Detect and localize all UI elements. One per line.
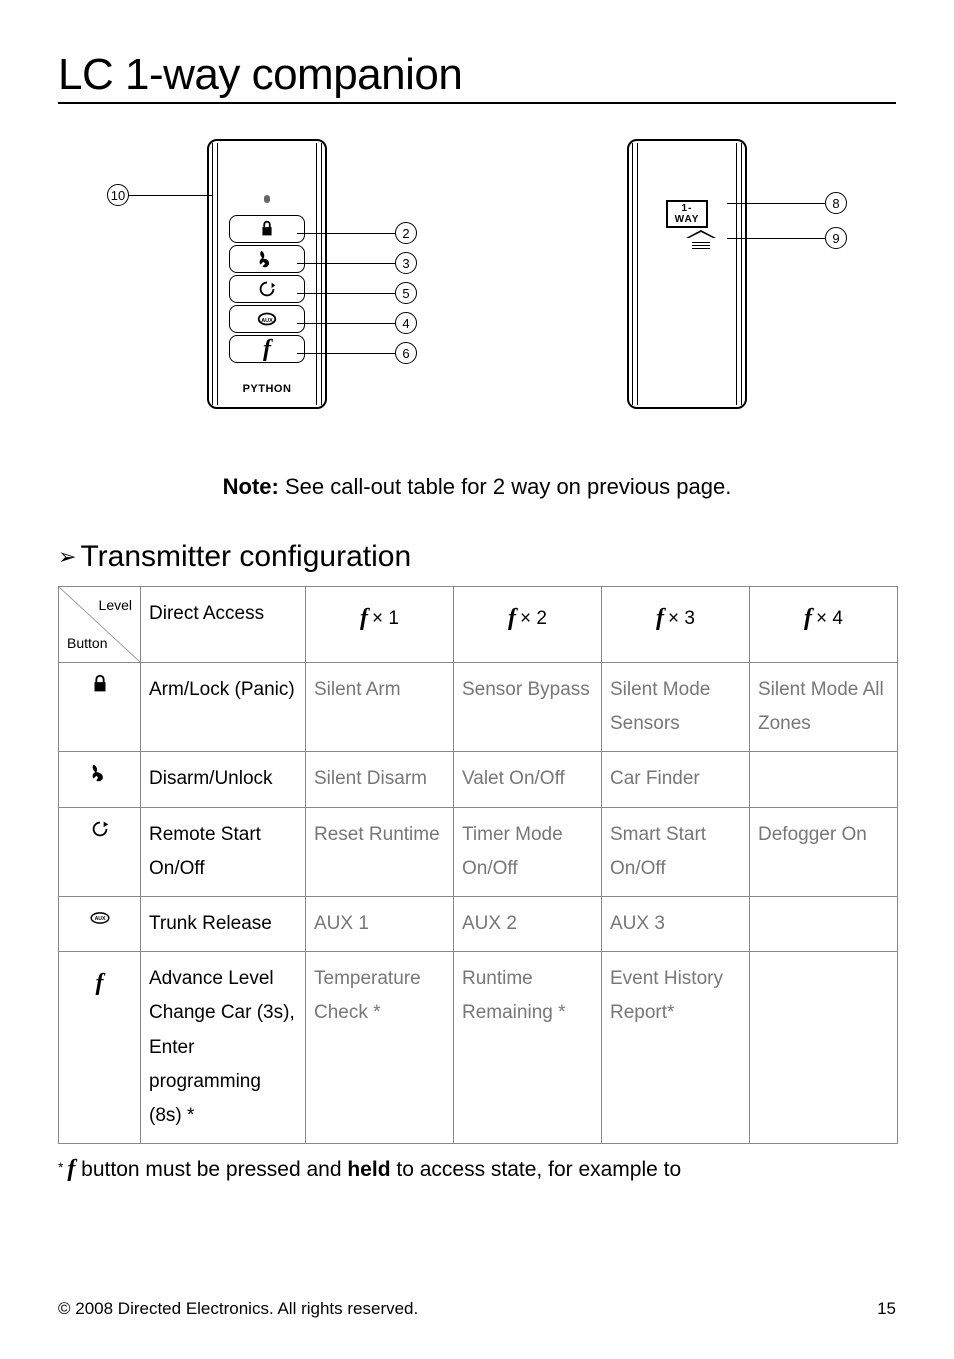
table-cell: AUX 3 (602, 896, 750, 951)
f-icon: f (96, 970, 104, 996)
aux-icon: AUX (256, 308, 278, 330)
row-icon-cell (59, 807, 141, 896)
table-cell: Arm/Lock (Panic) (141, 663, 306, 752)
table-row: f Advance Level Change Car (3s), Enter pr… (59, 952, 898, 1144)
table-cell: Defogger On (750, 807, 898, 896)
start-button (229, 275, 305, 303)
table-cell: Silent Mode Sensors (602, 663, 750, 752)
config-table: Level Button Direct Access f× 1 f× 2 f× … (58, 586, 898, 1144)
th-f2: f× 2 (454, 587, 602, 663)
lock-icon (89, 673, 111, 695)
callout-5: 5 (395, 282, 417, 304)
page-title: LC 1-way companion (58, 50, 896, 104)
callout-2: 2 (395, 222, 417, 244)
battery-cover-icon (686, 230, 716, 246)
page-number: 15 (877, 1299, 896, 1319)
table-cell: Timer Mode On/Off (454, 807, 602, 896)
f-button: f (229, 335, 305, 363)
callout-10: 10 (107, 184, 129, 206)
row-icon-cell: f (59, 952, 141, 1144)
page-footer: © 2008 Directed Electronics. All rights … (58, 1299, 896, 1319)
remote-diagrams: AUX f PYTHON 10 2 3 5 4 6 1-WAY (58, 134, 896, 434)
table-cell: Valet On/Off (454, 752, 602, 807)
callout-8: 8 (825, 192, 847, 214)
row-icon-cell: AUX (59, 896, 141, 951)
remote-back-view: 1-WAY 8 9 (527, 134, 847, 434)
table-cell (750, 896, 898, 951)
callout-4: 4 (395, 312, 417, 334)
table-cell (750, 752, 898, 807)
remote-front-view: AUX f PYTHON 10 2 3 5 4 6 (107, 134, 427, 434)
table-cell: Car Finder (602, 752, 750, 807)
start-icon (256, 278, 278, 300)
table-cell: AUX 2 (454, 896, 602, 951)
section-heading: ➢Transmitter configuration (58, 540, 896, 574)
table-cell: Silent Mode All Zones (750, 663, 898, 752)
led-indicator (264, 195, 270, 203)
table-cell: Remote Start On/Off (141, 807, 306, 896)
row-icon-cell (59, 663, 141, 752)
note-text: Note: See call-out table for 2 way on pr… (58, 474, 896, 500)
th-f3: f× 3 (602, 587, 750, 663)
copyright-text: © 2008 Directed Electronics. All rights … (58, 1299, 418, 1319)
key-icon (89, 762, 111, 784)
table-cell: Reset Runtime (306, 807, 454, 896)
callout-6: 6 (395, 342, 417, 364)
table-cell: Temperature Check * (306, 952, 454, 1144)
arrow-icon: ➢ (58, 544, 76, 569)
table-cell: Smart Start On/Off (602, 807, 750, 896)
table-row: AUX Trunk ReleaseAUX 1AUX 2AUX 3 (59, 896, 898, 951)
th-direct-access: Direct Access (141, 587, 306, 663)
table-cell (750, 952, 898, 1144)
table-cell: AUX 1 (306, 896, 454, 951)
svg-text:AUX: AUX (261, 318, 273, 324)
table-cell: Runtime Remaining * (454, 952, 602, 1144)
table-cell: Event History Report* (602, 952, 750, 1144)
th-f4: f× 4 (750, 587, 898, 663)
unlock-icon (256, 248, 278, 270)
brand-label: PYTHON (221, 383, 313, 395)
th-f1: f× 1 (306, 587, 454, 663)
row-icon-cell (59, 752, 141, 807)
table-cell: Trunk Release (141, 896, 306, 951)
th-diagonal: Level Button (59, 587, 141, 663)
table-row: Remote Start On/OffReset RuntimeTimer Mo… (59, 807, 898, 896)
lock-button (229, 215, 305, 243)
unlock-button (229, 245, 305, 273)
callout-9: 9 (825, 227, 847, 249)
table-row: Arm/Lock (Panic)Silent ArmSensor BypassS… (59, 663, 898, 752)
lock-icon (256, 218, 278, 240)
table-cell: Advance Level Change Car (3s), Enter pro… (141, 952, 306, 1144)
table-cell: Silent Disarm (306, 752, 454, 807)
one-way-label: 1-WAY (666, 200, 708, 228)
table-row: Disarm/UnlockSilent DisarmValet On/OffCa… (59, 752, 898, 807)
aux-icon: AUX (89, 907, 111, 929)
table-cell: Sensor Bypass (454, 663, 602, 752)
table-cell: Disarm/Unlock (141, 752, 306, 807)
aux-button: AUX (229, 305, 305, 333)
start-icon (89, 818, 111, 840)
footnote: * f button must be pressed and held to a… (58, 1156, 896, 1183)
svg-text:AUX: AUX (94, 916, 105, 922)
callout-3: 3 (395, 252, 417, 274)
table-cell: Silent Arm (306, 663, 454, 752)
